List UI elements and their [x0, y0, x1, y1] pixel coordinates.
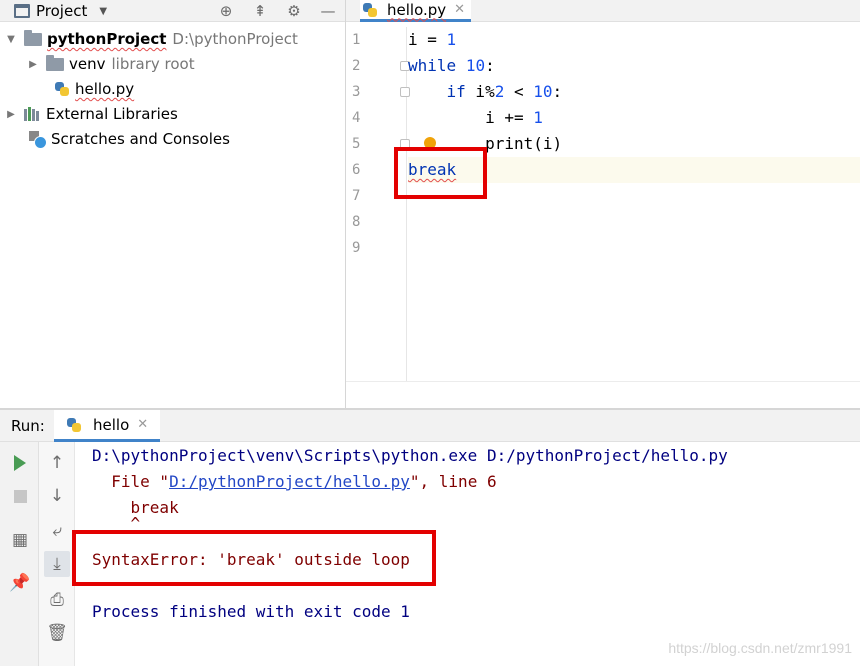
- editor-tab-bar: hello.py ✕: [346, 0, 860, 22]
- code-line: while 10:: [408, 53, 860, 79]
- tab-run-hello[interactable]: hello ✕: [54, 410, 161, 442]
- console-command-line: D:\pythonProject\venv\Scripts\python.exe…: [92, 446, 728, 465]
- code-token: i +=: [485, 108, 534, 127]
- code-token: <: [504, 82, 534, 101]
- minimize-icon[interactable]: —: [318, 2, 338, 20]
- python-file-icon: [362, 2, 378, 18]
- line-number: 1: [352, 32, 361, 48]
- project-tree: ▼ pythonProject D:\pythonProject ▶ venv …: [0, 24, 346, 408]
- run-toolbar-primary: ▦ 📌: [0, 442, 39, 666]
- line-number: 2: [352, 58, 361, 74]
- tab-label: hello.py: [387, 0, 447, 19]
- chevron-down-icon[interactable]: ▼: [99, 6, 107, 17]
- scratches-icon: [28, 130, 47, 149]
- soft-wrap-icon[interactable]: ⤶: [44, 518, 70, 544]
- run-panel-header: Run: hello ✕: [0, 410, 860, 442]
- line-number: 3: [352, 84, 361, 100]
- console-file-line: File "D:/pythonProject/hello.py", line 6: [92, 469, 497, 495]
- close-icon[interactable]: ✕: [137, 417, 148, 432]
- collapse-icon[interactable]: ⇞: [250, 2, 270, 20]
- trash-icon[interactable]: 🗑: [44, 620, 70, 646]
- collapsed-arrow-icon[interactable]: ▶: [26, 59, 40, 70]
- console-exit-line: Process finished with exit code 1: [92, 602, 410, 621]
- tree-root-path: D:\pythonProject: [172, 30, 298, 48]
- line-number: 4: [352, 110, 361, 126]
- close-icon[interactable]: ✕: [454, 2, 465, 17]
- tree-root-name: pythonProject: [47, 30, 167, 48]
- code-line: i = 1: [408, 27, 860, 53]
- code-token: 1: [446, 30, 457, 49]
- code-token: i%: [465, 82, 495, 101]
- locate-icon[interactable]: ⊕: [216, 2, 236, 20]
- run-label: Run:: [11, 417, 45, 435]
- gear-icon[interactable]: ⚙: [284, 2, 304, 20]
- rerun-play-icon[interactable]: [7, 450, 33, 476]
- code-token: 10: [533, 82, 553, 101]
- code-token: while: [408, 56, 457, 75]
- tab-hello-py[interactable]: hello.py ✕: [360, 0, 472, 22]
- console-text: ", line 6: [409, 472, 497, 491]
- code-token: 2: [494, 82, 505, 101]
- code-token: =: [417, 30, 447, 49]
- tree-item-scratches[interactable]: Scratches and Consoles: [28, 128, 230, 150]
- python-file-icon: [66, 417, 82, 433]
- editor-gutter: 1 2 3 4 5 6 7 8 9: [346, 27, 410, 381]
- library-icon: [24, 107, 40, 121]
- code-token: :: [485, 56, 495, 75]
- layout-icon[interactable]: ▦: [7, 527, 33, 553]
- folder-icon: [24, 29, 42, 46]
- code-token: i: [408, 30, 418, 49]
- tree-venv-name: venv: [69, 55, 106, 73]
- tree-item-pythonproject[interactable]: ▼ pythonProject D:\pythonProject: [4, 28, 298, 50]
- project-panel-title: Project: [36, 2, 88, 20]
- run-toolbar-secondary: ↑ ↓ ⤶ ⤓ ⎙ 🗑: [39, 442, 75, 666]
- console-text: File ": [92, 472, 170, 491]
- scroll-up-icon[interactable]: ↑: [44, 450, 70, 476]
- tree-scratches-label: Scratches and Consoles: [51, 130, 230, 148]
- line-number: 7: [352, 188, 361, 204]
- python-file-icon: [54, 81, 70, 97]
- tree-file-name: hello.py: [75, 80, 135, 98]
- expanded-arrow-icon[interactable]: ▼: [4, 34, 18, 45]
- code-editor[interactable]: i = 1 while 10: if i%2 < 10: i += 1 prin…: [408, 27, 860, 381]
- line-number: 5: [352, 136, 361, 152]
- project-panel-header: Project ▼ ⊕ ⇞ ⚙ —: [0, 0, 346, 22]
- project-view-selector[interactable]: Project ▼: [14, 0, 107, 22]
- tree-external-libraries-label: External Libraries: [46, 105, 178, 123]
- editor-bottom-area: [346, 381, 860, 408]
- line-number: 6: [352, 162, 361, 178]
- code-token: 10: [465, 56, 486, 75]
- print-icon[interactable]: ⎙: [44, 587, 70, 613]
- tree-item-hello-py[interactable]: hello.py: [54, 78, 134, 100]
- pin-icon[interactable]: 📌: [7, 570, 33, 596]
- collapsed-arrow-icon[interactable]: ▶: [4, 109, 18, 120]
- code-line: if i%2 < 10:: [408, 79, 860, 105]
- highlight-box-error: [72, 530, 436, 586]
- folder-icon: [46, 54, 64, 71]
- highlight-box-break: [394, 147, 487, 199]
- tree-item-external-libraries[interactable]: ▶ External Libraries: [4, 103, 178, 125]
- line-number: 9: [352, 240, 361, 256]
- code-token: if: [446, 82, 466, 101]
- scroll-down-icon[interactable]: ↓: [44, 483, 70, 509]
- console-file-link[interactable]: D:/pythonProject/hello.py: [169, 472, 410, 491]
- tree-item-venv[interactable]: ▶ venv library root: [26, 53, 195, 75]
- code-token: print(i): [485, 134, 563, 153]
- tree-venv-note: library root: [111, 55, 195, 73]
- watermark: https://blog.csdn.net/zmr1991: [668, 640, 852, 656]
- stop-icon[interactable]: [7, 483, 33, 509]
- run-tab-label: hello: [93, 415, 130, 434]
- project-window-icon: [14, 4, 30, 18]
- code-line: i += 1: [408, 105, 860, 131]
- code-token: 1: [533, 108, 543, 127]
- line-number: 8: [352, 214, 361, 230]
- code-token: :: [552, 82, 563, 101]
- scroll-to-end-icon[interactable]: ⤓: [44, 551, 70, 577]
